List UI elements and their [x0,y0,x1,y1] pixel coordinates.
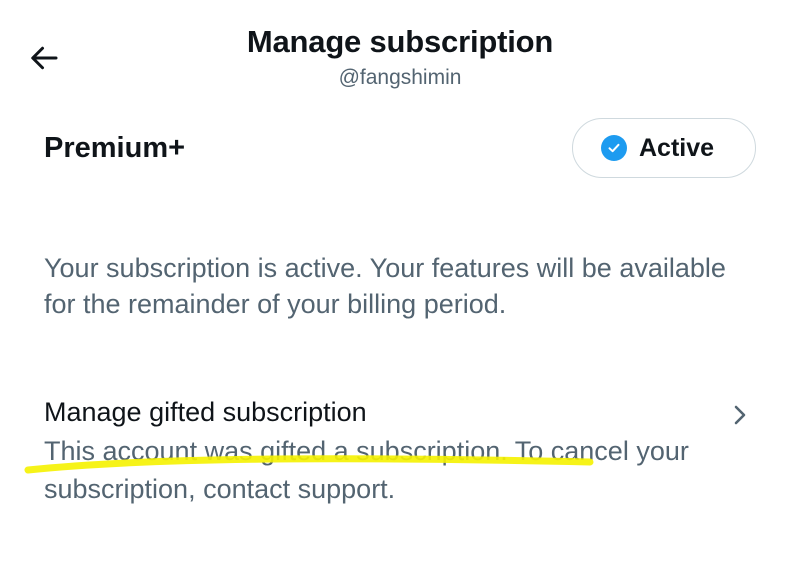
gifted-subscription-description: This account was gifted a subscription. … [44,436,689,504]
plan-name: Premium+ [44,132,186,164]
header: Manage subscription @fangshimin [0,0,800,110]
manage-gifted-subscription-item[interactable]: Manage gifted subscription This account … [44,394,756,514]
chevron-right-icon [734,405,746,425]
account-handle: @fangshimin [338,66,462,89]
check-circle-icon [601,135,627,161]
status-label: Active [639,133,715,162]
status-badge: Active [572,118,756,178]
subscription-description: Your subscription is active. Your featur… [44,253,726,319]
gifted-subscription-title: Manage gifted subscription [44,397,367,427]
page-title: Manage subscription [246,24,554,59]
plan-row: Premium+ Active [44,118,756,180]
